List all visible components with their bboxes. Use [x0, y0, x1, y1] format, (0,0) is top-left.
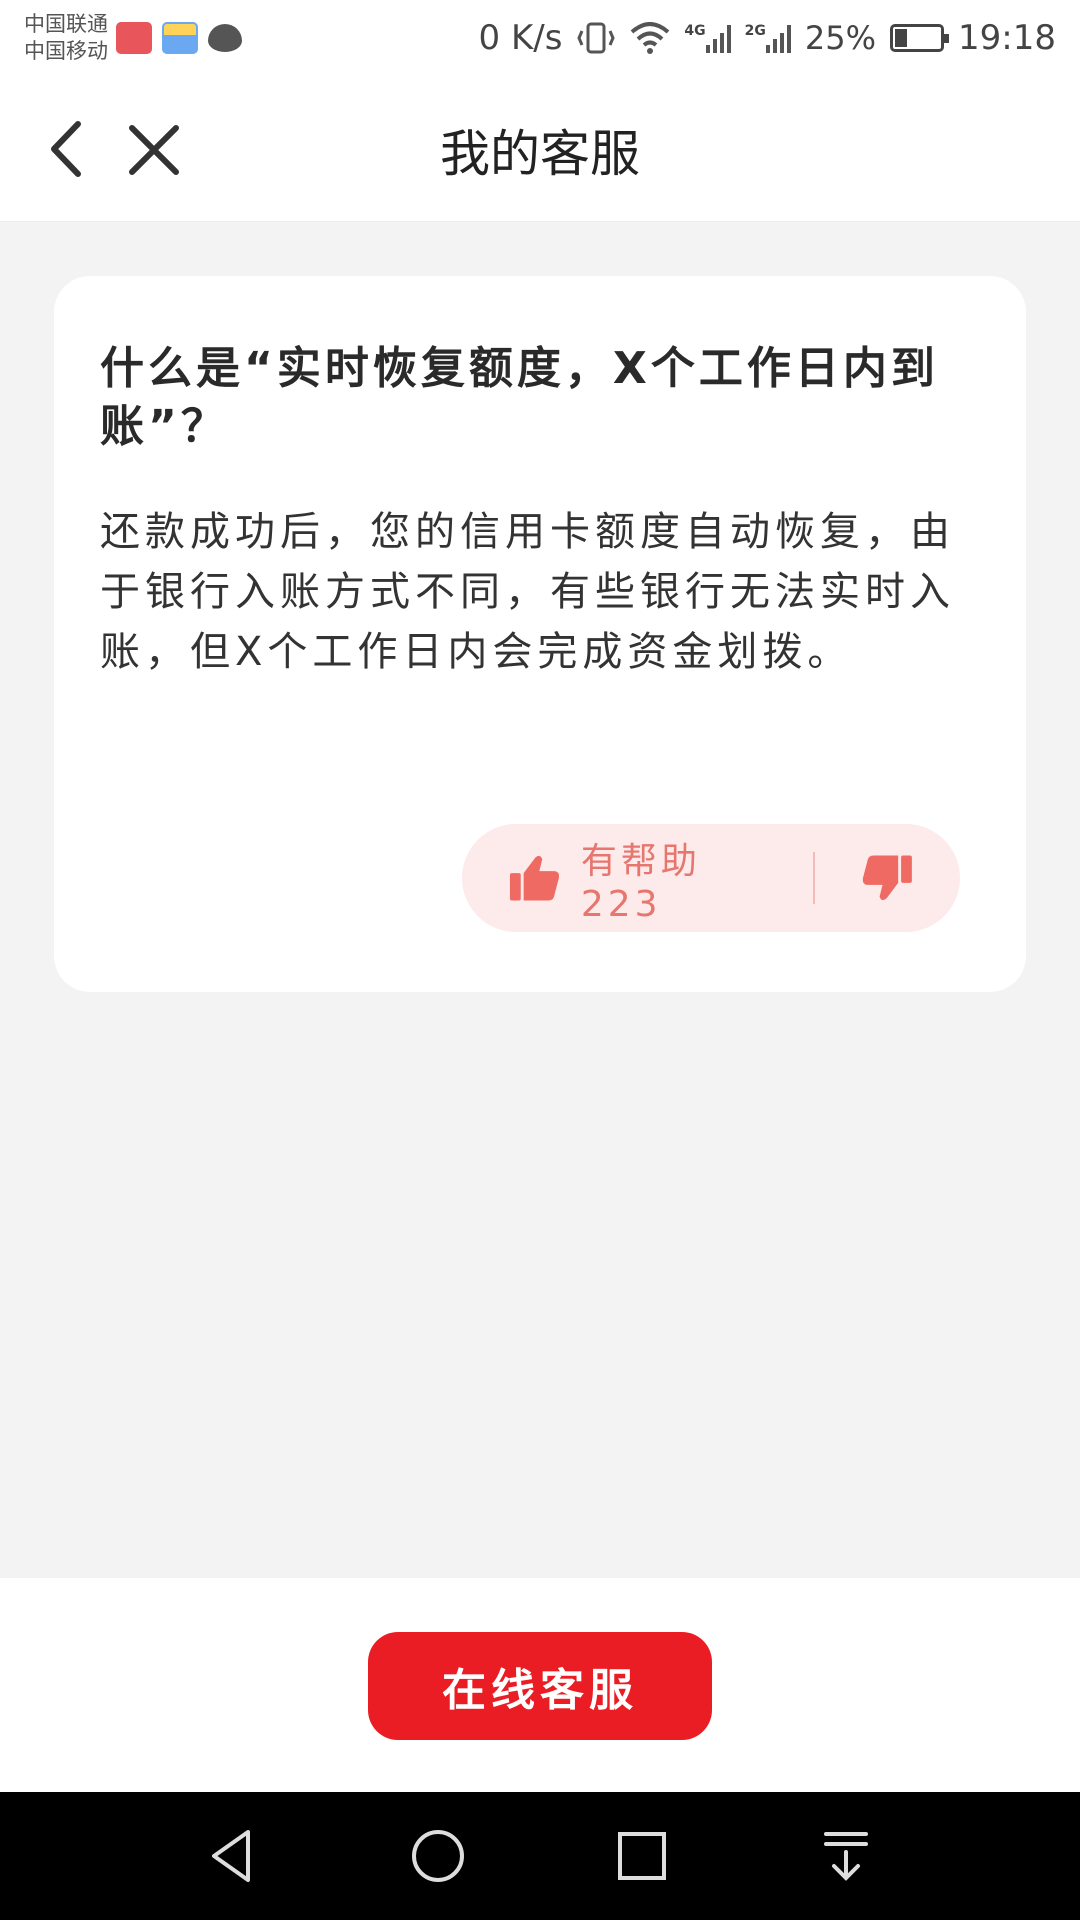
status-indicators: 0 K/s 4G 2G 25% 19:18	[479, 18, 1056, 58]
wallet-notification-icon	[162, 22, 198, 54]
faq-question: 什么是“实时恢复额度，X个工作日内到账”？	[100, 343, 939, 452]
carrier-2: 中国移动	[24, 39, 108, 63]
online-service-button[interactable]: 在线客服	[368, 1632, 712, 1740]
system-home-icon[interactable]	[406, 1824, 470, 1888]
thumbs-down-icon[interactable]	[861, 853, 914, 903]
system-nav-bar	[0, 1792, 1080, 1920]
wifi-icon	[631, 22, 670, 54]
carrier-info: 中国联通 中国移动	[24, 11, 108, 65]
chat-notification-icon	[208, 24, 242, 52]
net-speed: 0 K/s	[478, 18, 563, 58]
clock: 19:18	[958, 18, 1056, 58]
bottom-action-area: 在线客服	[0, 1578, 1080, 1792]
nav-bar: 我的客服	[0, 76, 1080, 222]
notification-pulldown-icon[interactable]	[814, 1824, 878, 1888]
carrier-1: 中国联通	[24, 12, 108, 36]
system-back-icon[interactable]	[202, 1824, 266, 1888]
page-title: 我的客服	[440, 125, 640, 183]
system-recents-icon[interactable]	[610, 1824, 674, 1888]
battery-percent: 25%	[804, 19, 877, 57]
signal-icon-1	[705, 23, 731, 53]
net-4g-label: 4G	[684, 23, 706, 39]
helpful-button[interactable]: 有帮助223	[581, 832, 777, 925]
feedback-bar: 有帮助223	[462, 824, 960, 932]
signal-icon-2	[765, 23, 791, 53]
notification-icons	[116, 22, 242, 54]
app-notification-icon	[116, 22, 152, 54]
net-2g-label: 2G	[744, 23, 766, 39]
battery-icon	[890, 24, 950, 52]
faq-answer: 还款成功后，您的信用卡额度自动恢复，由于银行入账方式不同，有些银行无法实时入账，…	[100, 509, 955, 675]
feedback-divider	[813, 852, 816, 904]
faq-card: 什么是“实时恢复额度，X个工作日内到账”？ 还款成功后，您的信用卡额度自动恢复，…	[54, 276, 1026, 992]
thumbs-up-icon[interactable]	[508, 853, 561, 903]
status-bar: 中国联通 中国移动 0 K/s 4G 2G 25% 19:18	[0, 0, 1080, 76]
vibrate-icon	[577, 22, 616, 54]
